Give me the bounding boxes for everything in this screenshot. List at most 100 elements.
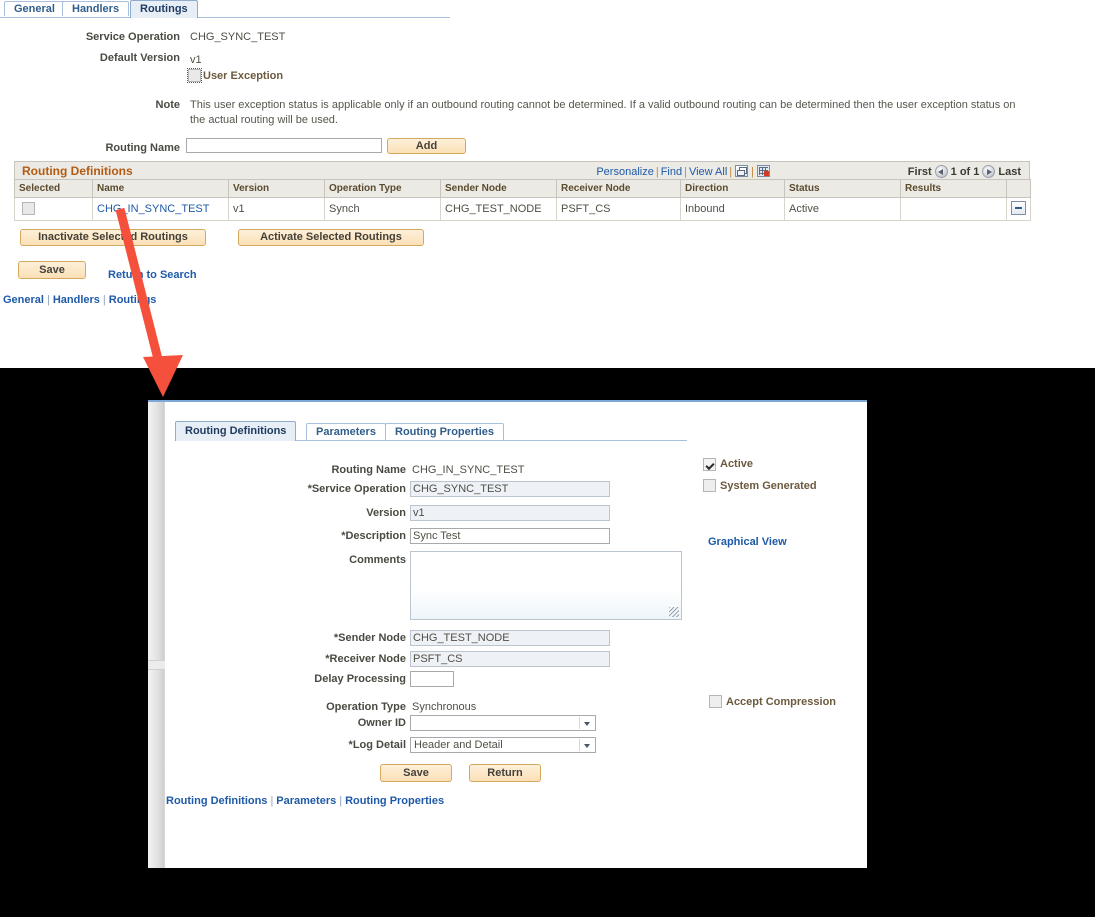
- add-button[interactable]: Add: [387, 138, 466, 154]
- routing-name-link[interactable]: CHG_IN_SYNC_TEST: [97, 203, 209, 215]
- panel-sender-node-field[interactable]: [410, 630, 610, 646]
- page-footer-links: General | Handlers | Routings: [3, 294, 156, 306]
- panel-footer-links: Routing Definitions | Parameters | Routing P…: [166, 795, 444, 807]
- col-actions: [1006, 179, 1031, 198]
- col-operation-type: Operation Type: [324, 179, 441, 198]
- panel-footer-link-routing-definitions[interactable]: Routing Definitions: [166, 795, 267, 807]
- default-version-value: v1: [190, 54, 202, 66]
- expand-window-icon[interactable]: [735, 165, 749, 177]
- accept-compression-checkbox[interactable]: [709, 695, 722, 708]
- col-receiver-node: Receiver Node: [556, 179, 681, 198]
- panel-comments-textarea[interactable]: [410, 551, 682, 620]
- owner-id-dropdown[interactable]: [410, 715, 596, 731]
- personalize-link[interactable]: Personalize: [596, 166, 653, 178]
- panel-operation-type-label: Operation Type: [326, 701, 406, 713]
- routing-detail-body: Routing Definitions Parameters Routing P…: [166, 402, 867, 868]
- panel-version-label: Version: [366, 507, 406, 519]
- footer-link-general[interactable]: General: [3, 294, 44, 306]
- panel-return-button[interactable]: Return: [469, 764, 541, 782]
- table-header-row: Selected Name Version Operation Type Sen…: [14, 179, 1031, 198]
- log-detail-selected-value: Header and Detail: [414, 739, 503, 751]
- tabstrip-rule: [0, 17, 450, 18]
- return-to-search-link[interactable]: Return to Search: [108, 269, 197, 281]
- service-operation-value: CHG_SYNC_TEST: [190, 31, 286, 43]
- tab-general[interactable]: General: [4, 1, 65, 16]
- save-button[interactable]: Save: [18, 261, 86, 279]
- col-name: Name: [92, 179, 229, 198]
- next-arrow-icon[interactable]: [982, 165, 996, 178]
- cell-status: Active: [784, 197, 901, 221]
- panel-delay-processing-field[interactable]: [410, 671, 454, 687]
- col-status: Status: [784, 179, 901, 198]
- pager-count: 1 of 1: [950, 166, 980, 178]
- tab-parameters[interactable]: Parameters: [306, 423, 386, 440]
- panel-save-button[interactable]: Save: [380, 764, 452, 782]
- routing-detail-tabstrip: Routing Definitions Parameters Routing P…: [175, 421, 687, 441]
- prev-arrow-icon[interactable]: [934, 165, 948, 178]
- panel-footer-link-parameters[interactable]: Parameters: [276, 795, 336, 807]
- user-exception-label: User Exception: [203, 70, 284, 82]
- panel-sender-node-label: *Sender Node: [333, 632, 406, 644]
- routing-name-input[interactable]: [186, 138, 382, 153]
- cell-operation-type: Synch: [324, 197, 441, 221]
- active-checkbox[interactable]: [703, 458, 716, 471]
- grid-toolbar: Personalize | Find | View All | |: [596, 165, 771, 178]
- panel-owner-id-label: Owner ID: [357, 717, 406, 729]
- routing-name-label: Routing Name: [105, 142, 180, 154]
- chevron-down-icon[interactable]: [579, 717, 594, 729]
- panel-left-edge-strip: [148, 402, 165, 868]
- cell-version: v1: [228, 197, 325, 221]
- panel-footer-link-routing-properties[interactable]: Routing Properties: [345, 795, 444, 807]
- table-row: CHG_IN_SYNC_TEST v1 Synch CHG_TEST_NODE …: [14, 197, 1031, 221]
- col-direction: Direction: [680, 179, 785, 198]
- panel-description-field[interactable]: [410, 528, 610, 544]
- tab-routing-definitions[interactable]: Routing Definitions: [175, 421, 297, 441]
- panel-footer-separator-1: |: [270, 795, 274, 807]
- panel-receiver-node-label: *Receiver Node: [325, 653, 406, 665]
- panel-receiver-node-field[interactable]: [410, 651, 610, 667]
- cell-receiver-node: PSFT_CS: [556, 197, 681, 221]
- log-detail-dropdown[interactable]: Header and Detail: [410, 737, 596, 753]
- default-version-label: Default Version: [99, 52, 180, 64]
- find-link[interactable]: Find: [661, 166, 682, 178]
- download-grid-icon[interactable]: [757, 165, 770, 177]
- row-select-checkbox[interactable]: [22, 202, 35, 215]
- minus-delete-icon[interactable]: [1011, 200, 1026, 215]
- note-label: Note: [155, 99, 180, 111]
- col-selected: Selected: [14, 179, 93, 198]
- routing-definitions-grid: Routing Definitions Personalize | Find | Vie…: [14, 161, 1031, 221]
- chevron-down-icon[interactable]: [579, 739, 594, 751]
- footer-link-handlers[interactable]: Handlers: [53, 294, 100, 306]
- tab-routing-properties[interactable]: Routing Properties: [385, 423, 505, 440]
- activate-selected-routings-button[interactable]: Activate Selected Routings: [238, 229, 424, 246]
- panel-service-operation-label: *Service Operation: [307, 483, 406, 495]
- panel-version-field[interactable]: [410, 505, 610, 521]
- cell-results: [900, 197, 1007, 221]
- pager-first-label[interactable]: First: [908, 166, 932, 178]
- cell-sender-node: CHG_TEST_NODE: [440, 197, 557, 221]
- tab-routings[interactable]: Routings: [130, 0, 198, 18]
- tab-handlers[interactable]: Handlers: [62, 1, 130, 16]
- user-exception-checkbox[interactable]: [187, 68, 202, 83]
- footer-link-routings[interactable]: Routings: [109, 294, 157, 306]
- cell-actions: [1006, 197, 1031, 221]
- panel-log-detail-label: *Log Detail: [348, 739, 406, 751]
- graphical-view-link[interactable]: Graphical View: [708, 536, 787, 548]
- textarea-resize-grip-icon[interactable]: [669, 607, 679, 617]
- col-sender-node: Sender Node: [440, 179, 557, 198]
- panel-description-label: *Description: [341, 530, 406, 542]
- service-operation-routings-page: General Handlers Routings Service Operat…: [0, 0, 1095, 368]
- panel-strip-marker: [148, 660, 165, 670]
- system-generated-checkbox[interactable]: [703, 479, 716, 492]
- routing-detail-panel: Routing Definitions Parameters Routing P…: [148, 400, 867, 868]
- inactivate-selected-routings-button[interactable]: Inactivate Selected Routings: [20, 229, 206, 246]
- toolbar-separator-3: |: [729, 166, 733, 178]
- accept-compression-checkbox-label: Accept Compression: [726, 696, 837, 708]
- main-tabstrip: General Handlers Routings: [0, 0, 450, 18]
- footer-separator-1: |: [46, 294, 50, 306]
- pager-last-label[interactable]: Last: [998, 166, 1021, 178]
- panel-service-operation-field[interactable]: [410, 481, 610, 497]
- toolbar-separator-4: |: [751, 166, 754, 178]
- view-all-link[interactable]: View All: [689, 166, 727, 178]
- active-checkbox-label: Active: [720, 458, 754, 470]
